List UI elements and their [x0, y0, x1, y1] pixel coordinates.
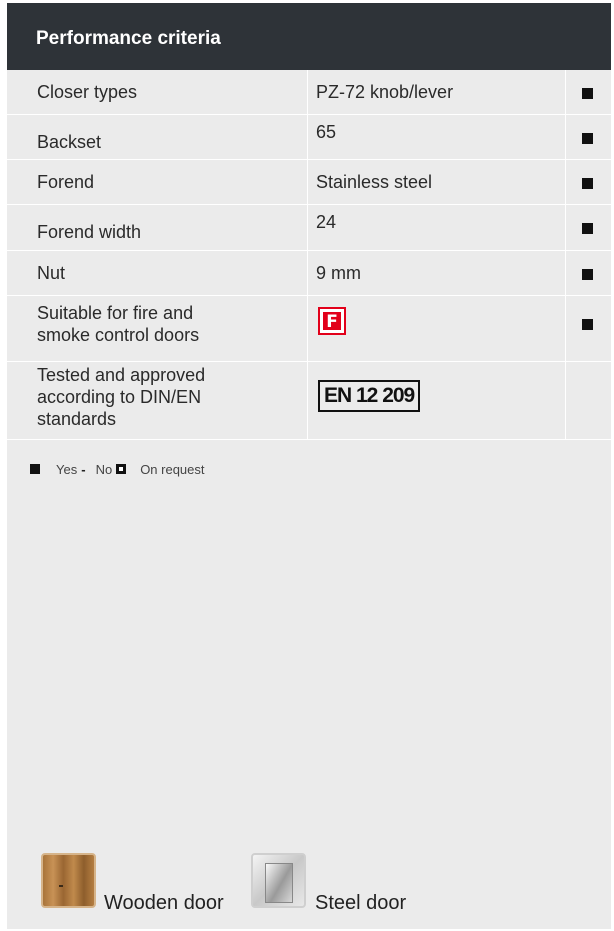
table-row: Closer types PZ-72 knob/lever	[7, 70, 611, 115]
fire-rating-icon: F	[318, 307, 346, 335]
yes-mark-cell	[566, 296, 611, 361]
row-label-line: standards	[37, 409, 117, 429]
yes-mark-icon	[582, 223, 593, 234]
yes-mark-icon	[582, 269, 593, 280]
row-value: 9 mm	[308, 251, 566, 295]
door-types: Wooden door Steel door	[41, 853, 601, 914]
legend-yes: Yes	[56, 461, 78, 477]
fire-rating-badge-text: F	[323, 312, 341, 332]
en-standard-badge: EN 12 209	[318, 380, 421, 412]
yes-mark-cell	[566, 251, 611, 295]
row-label: Closer types	[7, 70, 308, 114]
yes-mark-icon	[582, 178, 593, 189]
row-label: Suitable for fire and smoke control door…	[7, 296, 308, 361]
wooden-door-icon	[41, 853, 96, 908]
table-row: Tested and approved according to DIN/EN …	[7, 362, 611, 440]
table-row: Forend width 24	[7, 205, 611, 251]
yes-mark-cell	[566, 205, 611, 250]
no-dash-icon: -	[81, 461, 86, 477]
table-row: Nut 9 mm	[7, 251, 611, 296]
row-label: Forend	[7, 160, 308, 204]
row-label-line: smoke control doors	[37, 325, 200, 345]
empty-mark-cell	[566, 362, 611, 439]
yes-mark-cell	[566, 70, 611, 114]
legend: Yes - No On request	[30, 460, 205, 478]
legend-no: No	[95, 461, 113, 477]
yes-mark-cell	[566, 115, 611, 159]
row-label-line: Tested and approved	[37, 365, 206, 385]
steel-door-label: Steel door	[315, 892, 407, 914]
steel-door-icon	[251, 853, 306, 908]
yes-square-icon	[30, 464, 40, 474]
row-value: Stainless steel	[308, 160, 566, 204]
table-row: Backset 65	[7, 115, 611, 160]
legend-on-request: On request	[140, 461, 205, 477]
row-value: F	[308, 296, 566, 361]
panel-title: Performance criteria	[7, 3, 611, 70]
row-label-line: according to DIN/EN	[37, 387, 202, 407]
performance-panel: Performance criteria Closer types PZ-72 …	[7, 3, 611, 929]
row-value: EN 12 209	[308, 362, 566, 439]
table-row: Suitable for fire and smoke control door…	[7, 296, 611, 362]
table-row: Forend Stainless steel	[7, 160, 611, 205]
row-value: 65	[308, 115, 566, 159]
wooden-door-label: Wooden door	[104, 892, 224, 914]
yes-mark-cell	[566, 160, 611, 204]
row-label: Backset	[7, 115, 308, 159]
yes-mark-icon	[582, 133, 593, 144]
criteria-table: Closer types PZ-72 knob/lever Backset 65…	[7, 70, 611, 440]
row-label: Forend width	[7, 205, 308, 250]
row-label-line: Suitable for fire and	[37, 303, 194, 323]
row-value: PZ-72 knob/lever	[308, 70, 566, 114]
yes-mark-icon	[582, 319, 593, 330]
row-label: Tested and approved according to DIN/EN …	[7, 362, 308, 439]
yes-mark-icon	[582, 88, 593, 99]
row-label: Nut	[7, 251, 308, 295]
row-value: 24	[308, 205, 566, 250]
on-request-square-icon	[116, 464, 127, 474]
